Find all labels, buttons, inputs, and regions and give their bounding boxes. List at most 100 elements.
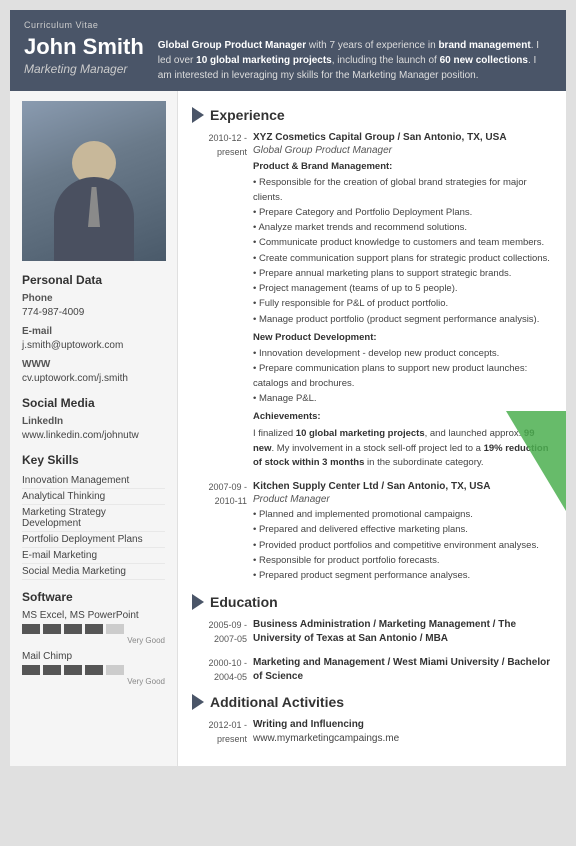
entry-subsection: Achievements: I finalized 10 global marke… (253, 410, 552, 470)
software-rating-bars (22, 665, 165, 675)
software-title: Software (22, 590, 165, 604)
education-title: Education (210, 594, 278, 610)
bullet-item: Analyze market trends and recommend solu… (253, 221, 552, 235)
entry-date: 2010-12 - present (192, 131, 247, 470)
experience-entry: 2010-12 - present XYZ Cosmetics Capital G… (192, 131, 552, 470)
candidate-title: Marketing Manager (24, 62, 144, 76)
social-media-title: Social Media (22, 396, 165, 410)
rating-bar (106, 665, 124, 675)
bullet-item: Project management (teams of up to 5 peo… (253, 282, 552, 296)
experience-header: Experience (192, 107, 552, 123)
header-summary: Global Group Product Manager with 7 year… (158, 34, 552, 83)
bullet-item: Manage product portfolio (product segmen… (253, 313, 552, 327)
bullet-item: Prepare communication plans to support n… (253, 362, 552, 391)
additional-header: Additional Activities (192, 694, 552, 710)
entry-content: Marketing and Management / West Miami Un… (253, 656, 552, 684)
candidate-name: John Smith (24, 34, 144, 60)
bullet-item: Prepare Category and Portfolio Deploymen… (253, 206, 552, 220)
education-header: Education (192, 594, 552, 610)
additional-title: Additional Activities (210, 694, 344, 710)
rating-bar (85, 624, 103, 634)
www-label: WWW (22, 359, 165, 370)
additional-arrow-icon (192, 694, 204, 710)
additional-entry: 2012-01 - presentWriting and Influencing… (192, 718, 552, 746)
software-section: MS Excel, MS PowerPointVery GoodMail Chi… (22, 610, 165, 686)
skill-item: Portfolio Deployment Plans (22, 532, 165, 548)
entry-role: Global Group Product Manager (253, 145, 552, 156)
right-column: Experience 2010-12 - present XYZ Cosmetic… (178, 91, 566, 766)
additional-entry-title: Writing and Influencing (253, 718, 552, 732)
entry-subsection: Product & Brand Management: Responsible f… (253, 160, 552, 327)
achievement-text: I finalized 10 global marketing projects… (253, 427, 552, 470)
candidate-photo (22, 101, 166, 261)
software-name: MS Excel, MS PowerPoint (22, 610, 165, 621)
skill-item: Innovation Management (22, 473, 165, 489)
bullet-item: Communicate product knowledge to custome… (253, 236, 552, 250)
rating-bar (106, 624, 124, 634)
bullet-item: Prepared and delivered effective marketi… (253, 523, 552, 537)
software-item: Mail Chimp Very Good (22, 651, 165, 686)
linkedin-value: www.linkedin.com/johnutw (22, 429, 165, 443)
entry-date: 2007-09 - 2010-11 (192, 480, 247, 584)
subsection-heading: Product & Brand Management: (253, 160, 552, 174)
rating-bar (64, 665, 82, 675)
entry-edu-title: Business Administration / Marketing Mana… (253, 618, 552, 646)
email-value: j.smith@uptowork.com (22, 339, 165, 353)
rating-bar (43, 624, 61, 634)
entry-content: Kitchen Supply Center Ltd / San Antonio,… (253, 480, 552, 584)
entry-company: XYZ Cosmetics Capital Group / San Antoni… (253, 131, 552, 145)
bullet-item: Responsible for product portfolio foreca… (253, 554, 552, 568)
phone-value: 774-987-4009 (22, 306, 165, 320)
education-entry: 2000-10 - 2004-05Marketing and Managemen… (192, 656, 552, 684)
bullet-item: Innovation development - develop new pro… (253, 347, 552, 361)
rating-bar (85, 665, 103, 675)
entry-role: Product Manager (253, 494, 552, 505)
entry-content: XYZ Cosmetics Capital Group / San Antoni… (253, 131, 552, 470)
skill-item: Social Media Marketing (22, 564, 165, 580)
bullet-item: Prepared product segment performance ana… (253, 569, 552, 583)
phone-label: Phone (22, 293, 165, 304)
key-skills-title: Key Skills (22, 453, 165, 467)
experience-entries: 2010-12 - present XYZ Cosmetics Capital G… (192, 131, 552, 584)
bullet-item: Prepare annual marketing plans to suppor… (253, 267, 552, 281)
subsection-heading: New Product Development: (253, 331, 552, 345)
software-rating-label: Very Good (22, 636, 165, 645)
entry-company: Kitchen Supply Center Ltd / San Antonio,… (253, 480, 552, 494)
skill-item: Marketing Strategy Development (22, 505, 165, 532)
entry-edu-title: Marketing and Management / West Miami Un… (253, 656, 552, 684)
software-rating-label: Very Good (22, 677, 165, 686)
education-arrow-icon (192, 594, 204, 610)
bullet-item: Provided product portfolios and competit… (253, 539, 552, 553)
left-column: Personal Data Phone 774-987-4009 E-mail … (10, 91, 178, 766)
cv-label: Curriculum Vitae (24, 20, 552, 30)
additional-entry-value: www.mymarketingcampaings.me (253, 732, 552, 746)
bullet-item: Planned and implemented promotional camp… (253, 508, 552, 522)
rating-bar (22, 665, 40, 675)
education-entries: 2005-09 - 2007-05Business Administration… (192, 618, 552, 684)
www-value: cv.uptowork.com/j.smith (22, 372, 165, 386)
bullet-item: Create communication support plans for s… (253, 252, 552, 266)
personal-data-title: Personal Data (22, 273, 165, 287)
bullet-item: Responsible for the creation of global b… (253, 176, 552, 205)
experience-title: Experience (210, 107, 285, 123)
skill-item: E-mail Marketing (22, 548, 165, 564)
bullet-item: Fully responsible for P&L of product por… (253, 297, 552, 311)
skill-item: Analytical Thinking (22, 489, 165, 505)
email-label: E-mail (22, 326, 165, 337)
entry-date: 2000-10 - 2004-05 (192, 656, 247, 684)
entry-date: 2012-01 - present (192, 718, 247, 746)
experience-entry: 2007-09 - 2010-11 Kitchen Supply Center L… (192, 480, 552, 584)
entry-date: 2005-09 - 2007-05 (192, 618, 247, 646)
skills-list: Innovation ManagementAnalytical Thinking… (22, 473, 165, 580)
entry-content: Business Administration / Marketing Mana… (253, 618, 552, 646)
bullet-item: Manage P&L. (253, 392, 552, 406)
subsection-heading: Achievements: (253, 410, 552, 424)
software-item: MS Excel, MS PowerPoint Very Good (22, 610, 165, 645)
additional-entries: 2012-01 - presentWriting and Influencing… (192, 718, 552, 746)
rating-bar (43, 665, 61, 675)
header-section: Curriculum Vitae John Smith Marketing Ma… (10, 10, 566, 91)
software-rating-bars (22, 624, 165, 634)
education-entry: 2005-09 - 2007-05Business Administration… (192, 618, 552, 646)
software-name: Mail Chimp (22, 651, 165, 662)
entry-content: Writing and Influencingwww.mymarketingca… (253, 718, 552, 746)
